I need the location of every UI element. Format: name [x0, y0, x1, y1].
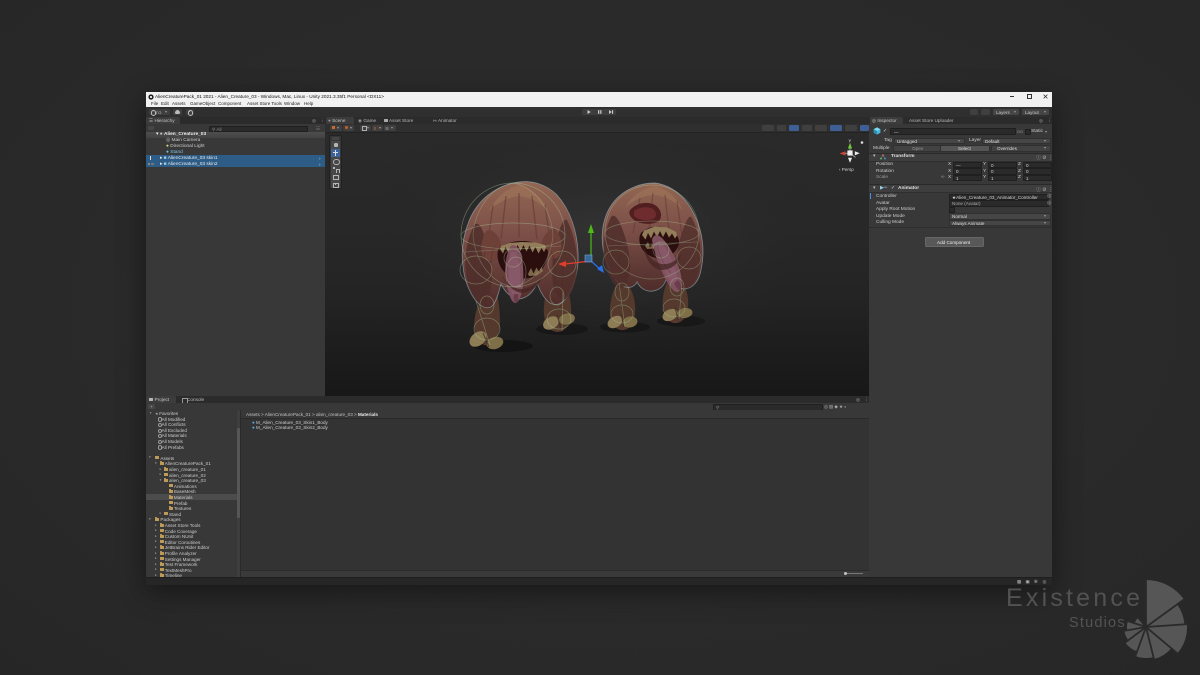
svg-text:Y: Y: [848, 139, 851, 144]
